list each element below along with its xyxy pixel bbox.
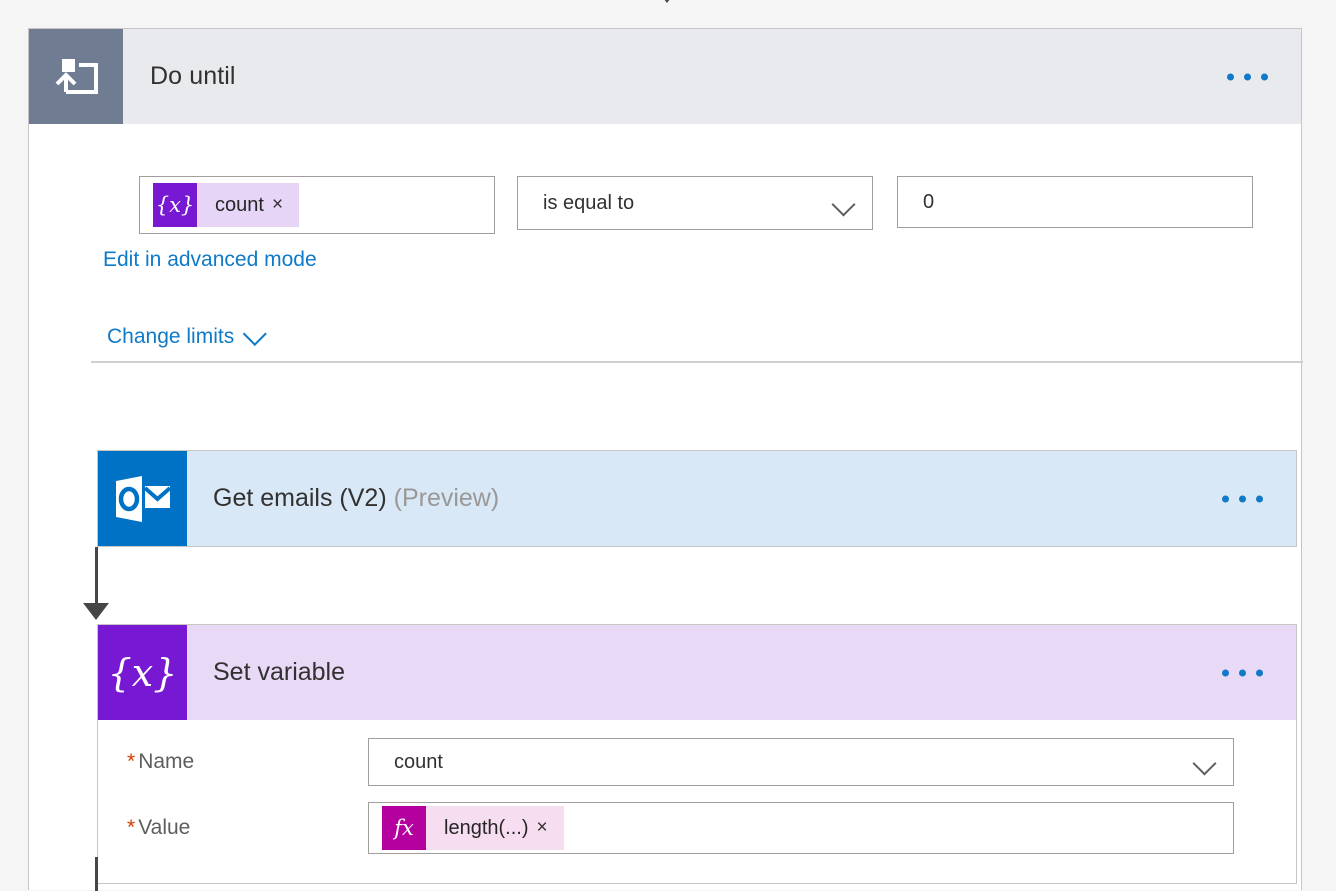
variable-value-input[interactable]: fx length(...) × [368, 802, 1234, 854]
change-limits-link[interactable]: Change limits [107, 321, 268, 349]
set-variable-menu-button[interactable] [1222, 669, 1263, 676]
ellipsis-dot [1239, 495, 1246, 502]
ellipsis-dot [1244, 73, 1251, 80]
condition-left-input[interactable]: {x} count × [139, 176, 495, 234]
change-limits-label: Change limits [107, 325, 235, 348]
chevron-down-icon [832, 197, 856, 210]
expression-token-icon: fx [382, 806, 426, 850]
condition-row: {x} count × is equal to 0 [139, 176, 1253, 234]
form-row-name: * Name count [98, 738, 1234, 786]
do-until-title: Do until [150, 62, 236, 90]
remove-token-icon[interactable]: × [272, 194, 299, 216]
ellipsis-dot [1256, 495, 1263, 502]
ellipsis-dot [1222, 669, 1229, 676]
condition-operator-value: is equal to [543, 191, 635, 214]
ellipsis-dot [1261, 73, 1268, 80]
condition-value-text: 0 [923, 190, 935, 213]
set-variable-header[interactable]: {x} Set variable [98, 625, 1296, 720]
loop-until-icon [29, 29, 123, 124]
required-asterisk: * [127, 816, 136, 839]
section-divider [91, 361, 1303, 363]
get-emails-menu-button[interactable] [1222, 495, 1263, 502]
outlook-icon [98, 451, 187, 546]
variable-name-value: count [394, 750, 443, 773]
ellipsis-dot [1222, 495, 1229, 502]
condition-value-input[interactable]: 0 [897, 176, 1253, 228]
set-variable-title: Set variable [213, 658, 346, 686]
do-until-scope-card: Do until {x} count × is equal to 0 Edit … [28, 28, 1303, 891]
form-row-value: * Value fx length(...) × [98, 802, 1234, 854]
ellipsis-dot [1227, 73, 1234, 80]
variable-token-label: count [215, 193, 264, 216]
chevron-down-icon [243, 321, 268, 346]
expression-token-label: length(...) [444, 816, 529, 839]
remove-token-icon[interactable]: × [536, 817, 563, 839]
get-emails-title-text: Get emails (V2) [213, 484, 387, 512]
edit-advanced-mode-link[interactable]: Edit in advanced mode [103, 248, 317, 272]
do-until-header[interactable]: Do until [29, 29, 1301, 124]
get-emails-header[interactable]: Get emails (V2) (Preview) [97, 450, 1297, 547]
condition-operator-select[interactable]: is equal to [517, 176, 873, 230]
variable-token-count[interactable]: {x} count × [153, 183, 300, 227]
value-field-label: * Value [98, 816, 368, 840]
variable-icon: {x} [98, 625, 187, 720]
expression-token-length[interactable]: fx length(...) × [382, 806, 564, 850]
name-field-label: * Name [98, 750, 368, 774]
ellipsis-dot [1256, 669, 1263, 676]
action-card-set-variable[interactable]: {x} Set variable * Name count * Value fx… [97, 624, 1297, 884]
required-asterisk: * [127, 750, 136, 773]
do-until-menu-button[interactable] [1227, 73, 1268, 80]
chevron-down-icon [1193, 756, 1217, 769]
get-emails-title: Get emails (V2) (Preview) [213, 484, 499, 513]
value-label-text: Value [138, 816, 191, 839]
ellipsis-dot [1239, 669, 1246, 676]
name-label-text: Name [138, 750, 195, 773]
variable-name-select[interactable]: count [368, 738, 1234, 786]
preview-badge: (Preview) [393, 484, 500, 512]
variable-token-icon: {x} [153, 183, 197, 227]
action-card-get-emails[interactable]: Get emails (V2) (Preview) [97, 450, 1297, 547]
